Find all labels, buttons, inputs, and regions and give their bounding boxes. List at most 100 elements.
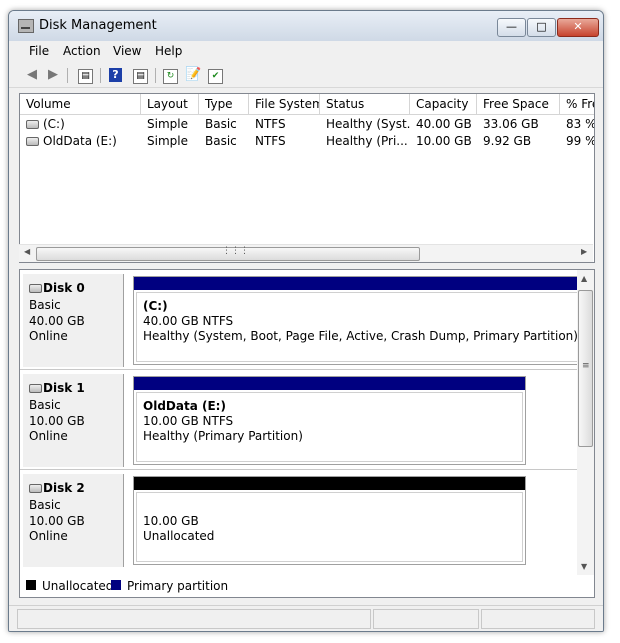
- partition-status: Healthy (Primary Partition): [143, 429, 303, 443]
- disk-name: Disk 2: [29, 481, 85, 495]
- disk-size: 40.00 GB: [29, 314, 85, 328]
- column-header-status[interactable]: Status: [320, 94, 410, 114]
- minimize-icon: —: [506, 20, 517, 33]
- capacity-cell: 40.00 GB: [416, 117, 472, 131]
- partition-block[interactable]: (C:) 40.00 GB NTFS Healthy (System, Boot…: [133, 276, 582, 365]
- status-cell: Healthy (Syst...: [326, 117, 410, 131]
- disk-name-text: Disk 0: [43, 281, 85, 295]
- scroll-left-icon[interactable]: ◀: [24, 247, 30, 256]
- status-bar-cell: [17, 609, 371, 629]
- forward-arrow-icon[interactable]: ▶: [45, 67, 61, 83]
- volume-list: Volume Layout Type File System Status Ca…: [19, 93, 595, 263]
- unallocated-block[interactable]: 10.00 GB Unallocated: [133, 476, 526, 565]
- properties-icon[interactable]: 📝: [185, 67, 201, 83]
- percent-free-cell: 83 %: [566, 117, 594, 131]
- column-header-free-space[interactable]: Free Space: [477, 94, 560, 114]
- partition-status: Unallocated: [143, 529, 215, 543]
- menu-help[interactable]: Help: [155, 44, 182, 58]
- close-icon: ✕: [573, 20, 583, 33]
- help-icon[interactable]: ?: [109, 68, 122, 82]
- status-bar-cell: [373, 609, 479, 629]
- column-header-volume[interactable]: Volume: [20, 94, 141, 114]
- volume-row[interactable]: OldData (E:) Simple Basic NTFS Healthy (…: [20, 133, 594, 150]
- scroll-up-icon[interactable]: ▲: [581, 274, 587, 283]
- status-cell: Healthy (Pri...: [326, 134, 408, 148]
- partition-details: OldData (E:) 10.00 GB NTFS Healthy (Prim…: [136, 392, 523, 462]
- disk-graphical-view: Disk 0 Basic 40.00 GB Online (C:) 40.00 …: [19, 269, 595, 577]
- show-hide-tree-icon[interactable]: ▤: [78, 69, 93, 84]
- disk-icon: [29, 284, 42, 293]
- disk-name: Disk 1: [29, 381, 85, 395]
- primary-partition-bar: [134, 277, 581, 290]
- disk-name: Disk 0: [29, 281, 85, 295]
- partition-title: OldData (E:): [143, 399, 226, 413]
- vertical-scrollbar[interactable]: ▲ ≡ ▼: [577, 270, 594, 576]
- toolbar: ◀ ▶ ▤ ? ▤ ↻ 📝 ✔: [9, 63, 603, 88]
- unallocated-bar: [134, 477, 525, 490]
- disk-status: Online: [29, 429, 68, 443]
- file-system-cell: NTFS: [255, 117, 286, 131]
- column-header-percent-free[interactable]: % Fre: [560, 94, 594, 114]
- partition-block[interactable]: OldData (E:) 10.00 GB NTFS Healthy (Prim…: [133, 376, 526, 465]
- volume-row[interactable]: (C:) Simple Basic NTFS Healthy (Syst... …: [20, 116, 594, 133]
- toolbar-separator: [67, 68, 68, 83]
- back-arrow-icon[interactable]: ◀: [24, 67, 40, 83]
- partition-title: (C:): [143, 299, 168, 313]
- window-title: Disk Management: [39, 18, 157, 33]
- horizontal-scroll-thumb[interactable]: ⋮⋮⋮: [36, 246, 420, 261]
- scroll-down-icon[interactable]: ▼: [581, 562, 587, 571]
- close-button[interactable]: ✕: [557, 18, 599, 37]
- disk-name-text: Disk 1: [43, 381, 85, 395]
- file-system-cell: NTFS: [255, 134, 286, 148]
- unallocated-swatch: [26, 580, 36, 590]
- minimize-button[interactable]: —: [497, 18, 526, 37]
- primary-partition-bar: [134, 377, 525, 390]
- toolbar-separator: [155, 68, 156, 83]
- menu-view[interactable]: View: [113, 44, 141, 58]
- free-space-cell: 33.06 GB: [483, 117, 539, 131]
- vertical-scroll-thumb[interactable]: ≡: [578, 290, 593, 447]
- grip-icon: ⋮⋮⋮: [222, 246, 249, 256]
- partition-size: 10.00 GB NTFS: [143, 414, 234, 428]
- disk-size: 10.00 GB: [29, 514, 85, 528]
- refresh-icon[interactable]: ↻: [163, 69, 178, 84]
- disk-type: Basic: [29, 498, 61, 512]
- status-bar: [9, 605, 603, 631]
- type-cell: Basic: [205, 134, 237, 148]
- status-bar-cell: [481, 609, 595, 629]
- column-header-layout[interactable]: Layout: [141, 94, 199, 114]
- partition-status: Healthy (System, Boot, Page File, Active…: [143, 329, 578, 343]
- layout-cell: Simple: [147, 117, 188, 131]
- title-bar[interactable]: Disk Management — □ ✕: [9, 11, 603, 41]
- free-space-cell: 9.92 GB: [483, 134, 532, 148]
- disk-label[interactable]: Disk 0 Basic 40.00 GB Online: [23, 274, 124, 367]
- disk-icon: [29, 484, 42, 493]
- volume-cell: OldData (E:): [20, 133, 141, 150]
- disk-label[interactable]: Disk 2 Basic 10.00 GB Online: [23, 474, 124, 567]
- partition-details: (C:) 40.00 GB NTFS Healthy (System, Boot…: [136, 292, 579, 362]
- legend-unallocated: Unallocated: [42, 579, 114, 593]
- disk-size: 10.00 GB: [29, 414, 85, 428]
- partition-size: 10.00 GB: [143, 514, 199, 528]
- disk-status: Online: [29, 529, 68, 543]
- column-header-capacity[interactable]: Capacity: [410, 94, 477, 114]
- disk-label[interactable]: Disk 1 Basic 10.00 GB Online: [23, 374, 124, 467]
- column-header-type[interactable]: Type: [199, 94, 249, 114]
- disk-settings-icon[interactable]: ✔: [208, 69, 223, 84]
- menu-action[interactable]: Action: [63, 44, 101, 58]
- horizontal-scrollbar[interactable]: ◀ ⋮⋮⋮ ▶: [19, 244, 593, 262]
- maximize-button[interactable]: □: [527, 18, 556, 37]
- disk-management-window: Disk Management — □ ✕ File Action View H…: [8, 10, 604, 632]
- drive-icon: [26, 137, 39, 146]
- column-header-file-system[interactable]: File System: [249, 94, 320, 114]
- volume-cell: (C:): [20, 116, 141, 133]
- menu-bar: File Action View Help: [9, 41, 603, 61]
- disk-name-text: Disk 2: [43, 481, 85, 495]
- volume-list-header: Volume Layout Type File System Status Ca…: [20, 94, 594, 115]
- scroll-right-icon[interactable]: ▶: [581, 247, 587, 256]
- disk-row: Disk 2 Basic 10.00 GB Online 10.00 GB Un…: [20, 470, 577, 576]
- drive-icon: [26, 120, 39, 129]
- type-cell: Basic: [205, 117, 237, 131]
- menu-file[interactable]: File: [29, 44, 49, 58]
- properties-pane-icon[interactable]: ▤: [133, 69, 148, 84]
